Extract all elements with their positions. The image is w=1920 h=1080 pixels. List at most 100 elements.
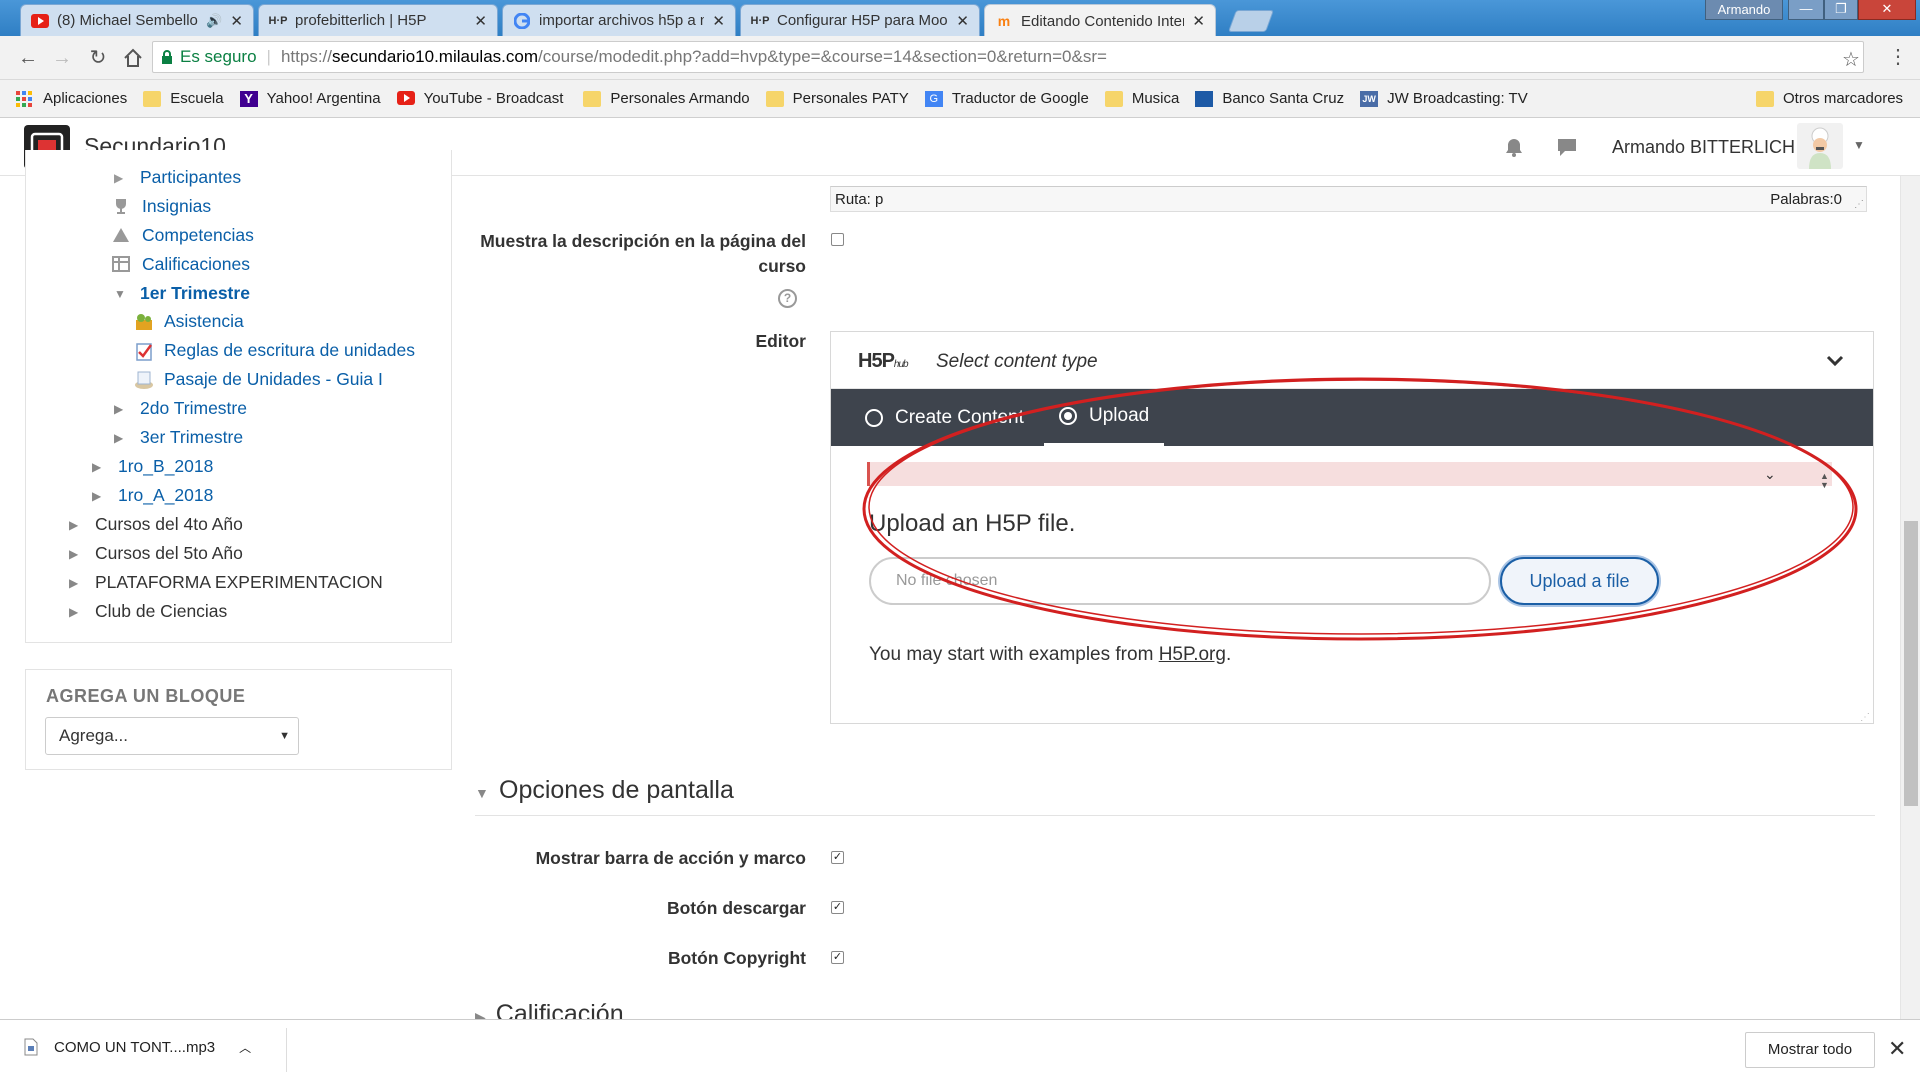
nav-pasaje-unidades[interactable]: Pasaje de Unidades - Guia I xyxy=(134,369,383,390)
nav-label: Club de Ciencias xyxy=(95,601,228,621)
bookmark-musica[interactable]: Musica xyxy=(1104,90,1180,107)
resize-handle-icon[interactable]: ⋰ xyxy=(1854,199,1864,210)
show-all-downloads-button[interactable]: Mostrar todo xyxy=(1745,1032,1875,1068)
close-tab-icon[interactable]: ✕ xyxy=(474,12,487,30)
home-icon[interactable] xyxy=(122,47,144,69)
bookmark-label: Aplicaciones xyxy=(43,90,128,107)
chevron-down-icon[interactable] xyxy=(1825,350,1845,370)
window-close-button[interactable]: ✕ xyxy=(1858,0,1916,20)
tab-create-content[interactable]: Create Content xyxy=(865,389,1024,446)
translate-icon: G xyxy=(924,90,943,107)
browser-tab-h5p-config[interactable]: H·P Configurar H5P para Moo ✕ xyxy=(740,4,980,36)
browser-tab-active[interactable]: m Editando Contenido Inter ✕ xyxy=(984,4,1216,37)
bookmark-banco[interactable]: Banco Santa Cruz xyxy=(1195,90,1344,107)
checkbox-copyright[interactable]: ✓ xyxy=(831,951,844,964)
browser-tab-h5p-profe[interactable]: H·P profebitterlich | H5P ✕ xyxy=(258,4,498,36)
browser-tab-youtube[interactable]: (8) Michael Sembello 🔊 ✕ xyxy=(20,4,254,36)
display-options-section-header[interactable]: ▼ Opciones de pantalla xyxy=(475,776,1875,816)
nav-participantes[interactable]: ▶ Participantes xyxy=(114,167,241,188)
nav-1ro-b-2018[interactable]: ▶ 1ro_B_2018 xyxy=(92,456,213,477)
dropdown-arrow-icon: ▼ xyxy=(279,730,290,742)
speaker-icon[interactable]: 🔊 xyxy=(206,13,222,29)
file-input[interactable]: No file chosen xyxy=(869,557,1491,605)
bookmark-label: Personales Armando xyxy=(610,90,750,107)
minimize-button[interactable]: — xyxy=(1788,0,1824,20)
editor-status-bar: Ruta: p Palabras:0 ⋰ xyxy=(830,186,1867,212)
close-tab-icon[interactable]: ✕ xyxy=(712,12,725,30)
nav-calificaciones[interactable]: Calificaciones xyxy=(112,254,250,275)
nav-plataforma[interactable]: ▶ PLATAFORMA EXPERIMENTACION xyxy=(69,572,383,593)
grade-section-header[interactable]: ▶ Calificación xyxy=(475,1000,624,1020)
maximize-button[interactable]: ❐ xyxy=(1824,0,1858,20)
nav-2do-trimestre[interactable]: ▶ 2do Trimestre xyxy=(114,398,247,419)
nav-reglas-escritura[interactable]: Reglas de escritura de unidades xyxy=(134,340,415,361)
bookmark-star-icon[interactable]: ☆ xyxy=(1842,47,1860,72)
tab-upload[interactable]: Upload xyxy=(1044,389,1165,446)
add-block-select[interactable]: Agrega... ▼ xyxy=(45,717,299,755)
user-menu-caret-icon[interactable]: ▼ xyxy=(1853,138,1865,152)
nav-insignias[interactable]: Insignias xyxy=(112,196,211,217)
checkbox-download[interactable]: ✓ xyxy=(831,901,844,914)
competency-icon xyxy=(112,226,132,246)
tab-title: Editando Contenido Inter xyxy=(1021,12,1185,30)
checkbox-action-bar[interactable]: ✓ xyxy=(831,851,844,864)
nav-label: Cursos del 4to Año xyxy=(95,514,243,534)
bookmark-yahoo[interactable]: Y Yahoo! Argentina xyxy=(239,90,381,107)
yahoo-icon: Y xyxy=(239,90,258,107)
nav-cursos-4to[interactable]: ▶ Cursos del 4to Año xyxy=(69,514,243,535)
bookmark-jw[interactable]: JW JW Broadcasting: TV xyxy=(1360,90,1528,107)
notifications-bell-icon[interactable] xyxy=(1503,136,1525,158)
bookmark-apps[interactable]: Aplicaciones xyxy=(16,90,127,107)
h5p-hub-header[interactable]: H5Phub Select content type xyxy=(831,332,1873,389)
close-downloads-icon[interactable]: ✕ xyxy=(1888,1036,1906,1062)
nav-cursos-5to[interactable]: ▶ Cursos del 5to Año xyxy=(69,543,243,564)
close-tab-icon[interactable]: ✕ xyxy=(956,12,969,30)
bookmark-label: Musica xyxy=(1131,90,1180,107)
h5p-editor: H5Phub Select content type Create Conten… xyxy=(830,331,1874,724)
bookmark-label: YouTube - Broadcast xyxy=(423,90,564,107)
h5p-org-link[interactable]: H5P.org xyxy=(1159,644,1226,665)
chevron-up-icon[interactable]: ︿ xyxy=(239,1039,251,1056)
bookmark-personales-paty[interactable]: Personales PATY xyxy=(765,90,909,107)
nav-competencias[interactable]: Competencias xyxy=(112,225,254,246)
inner-scroll-arrows-icon[interactable]: ▲ ▼ xyxy=(1820,472,1829,490)
show-description-checkbox[interactable] xyxy=(831,233,844,246)
user-name[interactable]: Armando BITTERLICH xyxy=(1612,137,1795,158)
bookmark-youtube[interactable]: YouTube - Broadcast xyxy=(396,90,564,107)
help-icon[interactable]: ? xyxy=(778,289,797,308)
bookmark-personales-armando[interactable]: Personales Armando xyxy=(583,90,750,107)
messages-icon[interactable] xyxy=(1556,136,1578,158)
nav-label: 1ro_A_2018 xyxy=(118,485,214,505)
radio-selected-icon xyxy=(1059,407,1077,425)
resize-handle-icon[interactable]: ⋰ xyxy=(1860,712,1870,723)
back-button[interactable]: ← xyxy=(16,46,40,70)
bookmark-escuela[interactable]: Escuela xyxy=(143,90,224,107)
profile-button[interactable]: Armando xyxy=(1705,0,1783,20)
address-bar[interactable]: Es seguro | https://secundario10.milaula… xyxy=(152,41,1864,73)
browser-tab-google[interactable]: importar archivos h5p a m ✕ xyxy=(502,4,736,36)
new-tab-button[interactable] xyxy=(1227,10,1275,32)
page-scrollbar[interactable] xyxy=(1900,176,1920,1019)
nav-1ro-a-2018[interactable]: ▶ 1ro_A_2018 xyxy=(92,485,213,506)
close-tab-icon[interactable]: ✕ xyxy=(1192,12,1205,30)
close-tab-icon[interactable]: ✕ xyxy=(230,12,243,30)
nav-1er-trimestre[interactable]: ▼ 1er Trimestre xyxy=(114,283,250,304)
bookmark-otros[interactable]: Otros marcadores xyxy=(1756,90,1903,107)
nav-club-ciencias[interactable]: ▶ Club de Ciencias xyxy=(69,601,227,622)
upload-file-button[interactable]: Upload a file xyxy=(1500,557,1659,605)
scrollbar-thumb[interactable] xyxy=(1904,521,1918,806)
nav-3er-trimestre[interactable]: ▶ 3er Trimestre xyxy=(114,427,243,448)
avatar[interactable] xyxy=(1797,123,1843,169)
message-chevron-icon[interactable]: ⌄ xyxy=(1764,466,1776,483)
forward-button[interactable]: → xyxy=(50,46,74,70)
reload-button[interactable]: ↻ xyxy=(86,46,110,70)
tab-label: Upload xyxy=(1089,405,1150,426)
secure-indicator[interactable]: Es seguro xyxy=(161,47,257,67)
bookmark-traductor[interactable]: G Traductor de Google xyxy=(924,90,1089,107)
menu-icon[interactable]: ⋮ xyxy=(1888,44,1908,69)
nav-label: Reglas de escritura de unidades xyxy=(164,340,415,360)
folder-icon xyxy=(583,90,602,107)
nav-asistencia[interactable]: Asistencia xyxy=(134,311,244,332)
download-item[interactable]: COMO UN TONT....mp3 ︿ xyxy=(24,1038,251,1056)
secure-label: Es seguro xyxy=(180,47,257,66)
